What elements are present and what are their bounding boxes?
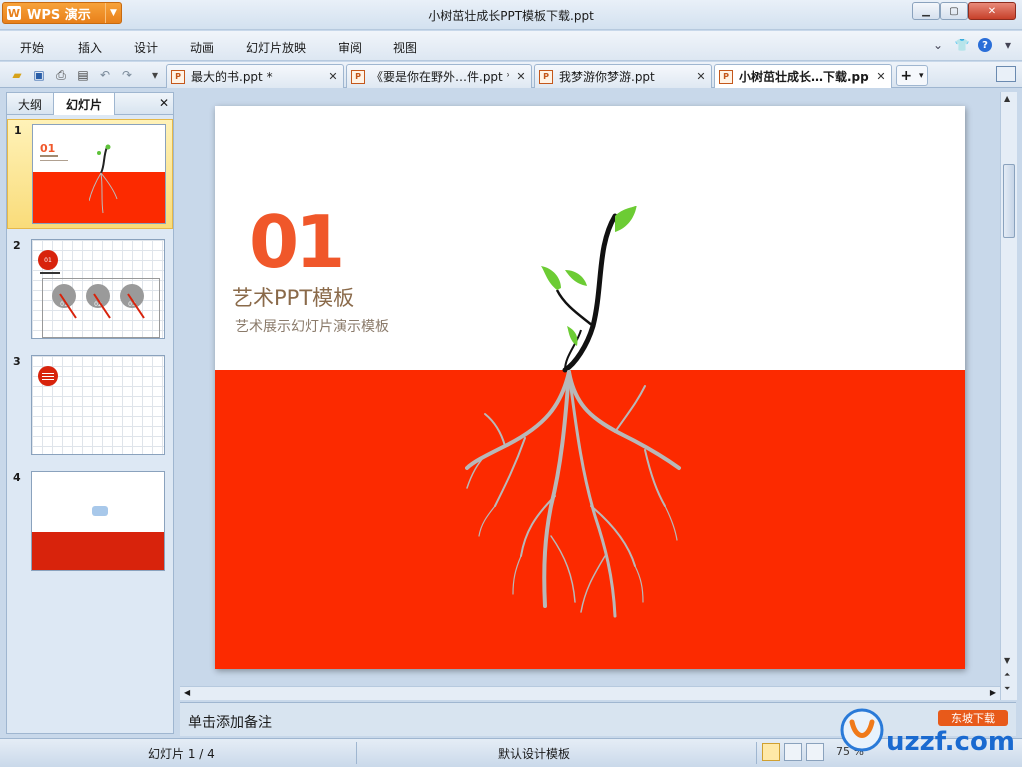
close-icon[interactable]: ✕ — [515, 70, 527, 83]
redo-icon[interactable]: ↷ — [118, 66, 136, 84]
tree-roots-illustration — [465, 206, 681, 618]
menu-item-design[interactable]: 设计 — [134, 39, 158, 56]
slides-pane: 大纲 幻灯片 ✕ 1 01 2 01 01 02 03 3 4 — [6, 92, 174, 734]
save-icon[interactable]: ▣ — [30, 66, 48, 84]
thumb-preview: 01 — [32, 124, 166, 224]
thumb-preview — [31, 355, 165, 455]
chevron-down-icon[interactable]: ⌄ — [930, 37, 946, 53]
undo-icon[interactable]: ↶ — [96, 66, 114, 84]
status-divider — [356, 742, 357, 764]
uzzf-watermark-logo: 东坡下载 uzzf.com — [840, 708, 1015, 757]
normal-view-icon[interactable] — [762, 743, 780, 761]
scroll-right-icon[interactable]: ▶ — [990, 688, 996, 697]
menu-item-home[interactable]: 开始 — [20, 39, 44, 56]
design-template-name: 默认设计模板 — [498, 747, 571, 761]
ppt-file-icon: P — [171, 69, 185, 84]
scrollbar-thumb[interactable] — [1003, 164, 1015, 238]
tab-slides[interactable]: 幻灯片 — [53, 93, 115, 115]
window-layout-icon[interactable] — [996, 66, 1016, 82]
slide-thumbnail-1[interactable]: 1 01 — [7, 119, 173, 229]
scroll-up-icon[interactable]: ▲ — [1004, 94, 1010, 103]
slide-number-heading[interactable]: 01 — [249, 200, 345, 284]
pane-tabs: 大纲 幻灯片 ✕ — [7, 93, 173, 115]
close-icon[interactable]: ✕ — [327, 70, 339, 83]
menu-bar: 开始 插入 设计 动画 幻灯片放映 审阅 视图 ⌄ 👕 ? ▾ — [0, 31, 1022, 61]
close-button[interactable]: ✕ — [968, 2, 1016, 20]
ppt-file-icon: P — [351, 69, 365, 84]
slide-number: 1 — [14, 124, 22, 137]
watermark-tag: 东坡下载 — [951, 712, 995, 725]
doc-tab-3[interactable]: P 我梦游你梦游.ppt ✕ — [534, 64, 712, 88]
status-divider — [756, 742, 757, 764]
vertical-scrollbar[interactable]: ▲ ▼ ⏶ ⏷ — [1000, 92, 1017, 700]
next-slide-icon[interactable]: ⏷ — [1004, 684, 1010, 694]
thumb-badge: 01 — [38, 250, 58, 270]
help-icon[interactable]: ? — [978, 38, 992, 52]
customize-toolbar-icon[interactable]: ▾ — [146, 66, 164, 84]
thumb-preview — [31, 471, 165, 571]
slide-sorter-icon[interactable] — [784, 743, 802, 761]
doc-tab-1[interactable]: P 最大的书.ppt * ✕ — [166, 64, 344, 88]
thumb-tree-icon — [89, 144, 118, 214]
slide-thumbnail-4[interactable]: 4 — [7, 467, 173, 577]
close-icon[interactable]: ✕ — [875, 70, 887, 83]
slide-thumbnail-3[interactable]: 3 — [7, 351, 173, 461]
watermark-site: uzzf.com — [886, 727, 1015, 757]
slide-number: 3 — [13, 355, 21, 368]
current-slide[interactable]: 01 艺术PPT模板 艺术展示幻灯片演示模板 — [215, 106, 965, 669]
doc-tab-label: 我梦游你梦游.ppt — [559, 70, 655, 84]
slide-editor: 01 艺术PPT模板 艺术展示幻灯片演示模板 — [180, 92, 998, 686]
scroll-left-icon[interactable]: ◀ — [184, 688, 190, 697]
slide-indicator: 幻灯片 1 / 4 — [148, 747, 215, 761]
thumb-preview: 01 01 02 03 — [31, 239, 165, 339]
open-folder-icon[interactable]: ▰ — [8, 66, 26, 84]
quick-toolbar: ▰ ▣ ⎙ ▤ ↶ ↷ ▾ P 最大的书.ppt * ✕ P 《要是你在野外…件… — [0, 62, 1022, 88]
ppt-file-icon: P — [539, 69, 553, 84]
new-tab-button[interactable]: + ▾ — [896, 65, 928, 86]
chevron-down-icon[interactable]: ▾ — [1000, 37, 1016, 53]
doc-tab-2[interactable]: P 《要是你在野外…件.ppt * ✕ — [346, 64, 532, 88]
slideshow-view-icon[interactable] — [806, 743, 824, 761]
close-icon[interactable]: ✕ — [159, 96, 169, 110]
menu-item-insert[interactable]: 插入 — [78, 39, 102, 56]
thumb-arrows-icon — [59, 293, 145, 319]
chevron-down-icon: ▾ — [919, 70, 924, 81]
doc-tab-label: 《要是你在野外…件.ppt * — [371, 70, 509, 84]
thumb-number-text: 01 — [40, 142, 56, 155]
doc-tab-label: 小树茁壮成长…下载.ppt — [739, 70, 869, 84]
print-icon[interactable]: ⎙ — [52, 66, 70, 84]
close-icon[interactable]: ✕ — [695, 70, 707, 83]
doc-tab-label: 最大的书.ppt * — [191, 70, 273, 84]
horizontal-scrollbar[interactable]: ◀ ▶ — [180, 686, 1000, 700]
previous-slide-icon[interactable]: ⏶ — [1004, 670, 1010, 680]
plus-icon: + — [900, 67, 913, 84]
slide-thumbnail-2[interactable]: 2 01 01 02 03 — [7, 235, 173, 345]
notes-placeholder[interactable]: 单击添加备注 — [188, 712, 272, 732]
menu-item-review[interactable]: 审阅 — [338, 39, 362, 56]
minimize-button[interactable]: ▁ — [912, 2, 940, 20]
slide-title[interactable]: 艺术PPT模板 — [232, 282, 354, 312]
title-bar: W WPS 演示 ▼ 小树茁壮成长PPT模板下载.ppt ▁ ▢ ✕ — [0, 0, 1022, 30]
skin-shirt-icon[interactable]: 👕 — [954, 37, 970, 53]
menu-item-view[interactable]: 视图 — [393, 39, 417, 56]
print-preview-icon[interactable]: ▤ — [74, 66, 92, 84]
window-title: 小树茁壮成长PPT模板下载.ppt — [428, 9, 594, 23]
slide-subtitle[interactable]: 艺术展示幻灯片演示模板 — [235, 316, 389, 336]
ppt-file-icon: P — [719, 69, 733, 84]
scroll-down-icon[interactable]: ▼ — [1004, 656, 1010, 665]
menu-item-animation[interactable]: 动画 — [190, 39, 214, 56]
maximize-button[interactable]: ▢ — [940, 2, 968, 20]
slide-number: 2 — [13, 239, 21, 252]
slide-number: 4 — [13, 471, 21, 484]
menu-item-slideshow[interactable]: 幻灯片放映 — [246, 39, 306, 56]
doc-tab-4-active[interactable]: P 小树茁壮成长…下载.ppt ✕ — [714, 64, 892, 88]
tab-outline[interactable]: 大纲 — [7, 93, 53, 115]
